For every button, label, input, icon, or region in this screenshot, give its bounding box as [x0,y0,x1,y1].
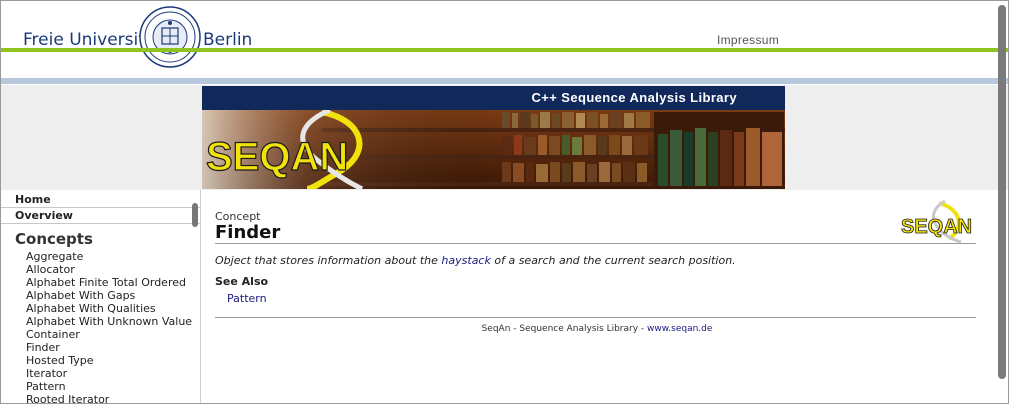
concepts-heading: Concepts [15,230,93,248]
concept-link-rooted-iterator[interactable]: Rooted Iterator [1,393,200,403]
title-divider [215,243,976,244]
concept-link-alphabet-with-qualities[interactable]: Alphabet With Qualities [1,302,200,315]
window-scrollbar-thumb[interactable] [998,5,1006,379]
blue-divider [1,78,1008,84]
page-footer: SeqAn - Sequence Analysis Library - www.… [202,324,992,334]
green-divider [1,48,1008,52]
concept-link-alphabet-finite-total-ordered[interactable]: Alphabet Finite Total Ordered [1,276,200,289]
haystack-link[interactable]: haystack [441,254,490,267]
sidebar-item-home[interactable]: Home [1,192,200,208]
concept-description: Object that stores information about the… [215,254,736,267]
seqan-logo-text: SEQAN [206,135,348,179]
sidebar-item-overview[interactable]: Overview [1,208,200,224]
seqan-small-logo: SEQAN [901,199,973,243]
sidebar-scrollbar-thumb[interactable] [192,203,198,227]
description-text-end: of a search and the current search posit… [490,254,736,267]
footer-text: SeqAn - Sequence Analysis Library - [481,324,648,334]
concept-link-alphabet-with-gaps[interactable]: Alphabet With Gaps [1,289,200,302]
site-header: Freie Universität Berlin Impressum [1,1,1008,85]
concept-link-finder[interactable]: Finder [1,341,200,354]
seqan-banner: C++ Sequence Analysis Library SEQAN [202,86,785,189]
svg-text:SEQAN: SEQAN [901,216,972,238]
concept-link-aggregate[interactable]: Aggregate [1,250,200,263]
see-also-pattern-link[interactable]: Pattern [227,292,267,305]
page-title: Finder [215,222,281,243]
concept-link-iterator[interactable]: Iterator [1,367,200,380]
concept-link-alphabet-with-unknown-value[interactable]: Alphabet With Unknown Value [1,315,200,328]
university-name-right: Berlin [203,30,253,50]
description-text-start: Object that stores information about the [215,254,442,267]
university-seal-icon[interactable] [139,6,201,68]
footer-seqan-link[interactable]: www.seqan.de [647,324,712,334]
banner-title: C++ Sequence Analysis Library [531,90,737,105]
footer-divider [215,317,976,318]
see-also-heading: See Also [215,275,269,288]
concept-link-hosted-type[interactable]: Hosted Type [1,354,200,367]
impressum-link[interactable]: Impressum [717,33,779,47]
concept-link-container[interactable]: Container [1,328,200,341]
sidebar-nav: Home Overview Concepts Aggregate Allocat… [1,190,201,403]
concept-link-pattern[interactable]: Pattern [1,380,200,393]
concept-link-allocator[interactable]: Allocator [1,263,200,276]
banner-title-bar: C++ Sequence Analysis Library [202,86,785,110]
main-content: Concept Finder SEQAN Object that stores … [202,190,992,403]
bookshelf-illustration: SEQAN [202,110,785,189]
library-bookshelf-image: SEQAN [202,110,785,189]
browser-page: Freie Universität Berlin Impressum C++ S… [0,0,1009,404]
